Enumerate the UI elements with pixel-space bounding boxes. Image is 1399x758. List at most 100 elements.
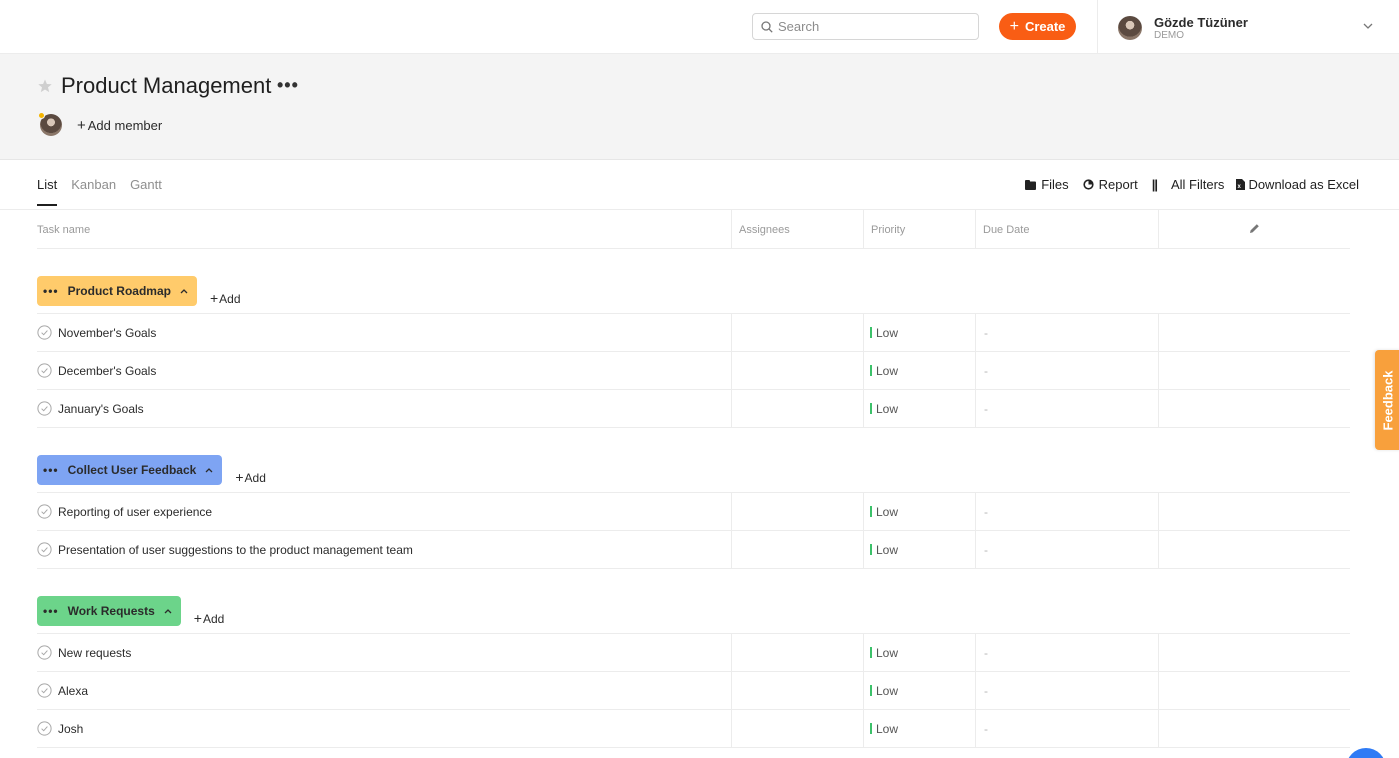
task-name-cell: December's Goals — [37, 352, 731, 389]
task-name-cell: Presentation of user suggestions to the … — [37, 531, 731, 568]
assignees-cell[interactable] — [731, 390, 863, 427]
due-date-cell[interactable]: - — [975, 493, 1158, 530]
priority-cell[interactable]: Low — [863, 493, 975, 530]
pencil-icon — [1250, 224, 1259, 233]
task-name[interactable]: Reporting of user experience — [58, 505, 212, 519]
group-pill[interactable]: ••• Work Requests — [37, 596, 181, 626]
table-row[interactable]: New requests Low - — [37, 634, 1350, 672]
chevron-up-icon[interactable] — [164, 608, 172, 614]
assignees-cell[interactable] — [731, 672, 863, 709]
priority-cell[interactable]: Low — [863, 531, 975, 568]
check-circle-icon[interactable] — [37, 401, 52, 416]
search-box[interactable] — [752, 13, 979, 40]
download-excel-button[interactable]: x Download as Excel — [1236, 177, 1359, 192]
tab-gantt[interactable]: Gantt — [130, 177, 162, 206]
chevron-down-icon[interactable] — [1362, 20, 1374, 32]
group-menu-icon[interactable]: ••• — [43, 604, 59, 618]
table-row[interactable]: November's Goals Low - — [37, 314, 1350, 352]
task-name[interactable]: November's Goals — [58, 326, 156, 340]
priority-label: Low — [876, 325, 899, 340]
due-date-cell[interactable]: - — [975, 390, 1158, 427]
priority-indicator — [870, 403, 872, 414]
excel-file-icon: x — [1236, 179, 1246, 190]
check-circle-icon[interactable] — [37, 325, 52, 340]
edit-columns-button[interactable] — [1158, 210, 1350, 248]
column-task-name[interactable]: Task name — [37, 210, 731, 248]
group-add-button[interactable]: +Add — [194, 610, 225, 626]
assignees-cell[interactable] — [731, 314, 863, 351]
more-options-button[interactable]: ••• — [277, 75, 299, 96]
priority-cell[interactable]: Low — [863, 352, 975, 389]
task-name[interactable]: New requests — [58, 646, 131, 660]
search-icon — [761, 20, 773, 33]
group-menu-icon[interactable]: ••• — [43, 463, 59, 477]
task-name-cell: November's Goals — [37, 314, 731, 351]
check-circle-icon[interactable] — [37, 504, 52, 519]
assignees-cell[interactable] — [731, 352, 863, 389]
member-avatar[interactable] — [38, 112, 62, 136]
group-name: Product Roadmap — [67, 284, 171, 298]
search-input[interactable] — [778, 19, 968, 34]
due-date-cell[interactable]: - — [975, 352, 1158, 389]
column-due-date[interactable]: Due Date — [975, 210, 1158, 248]
check-circle-icon[interactable] — [37, 721, 52, 736]
user-menu[interactable]: Gözde Tüzüner DEMO — [1118, 13, 1248, 43]
assignees-cell[interactable] — [731, 634, 863, 671]
check-circle-icon[interactable] — [37, 542, 52, 557]
table-row[interactable]: December's Goals Low - — [37, 352, 1350, 390]
priority-cell[interactable]: Low — [863, 314, 975, 351]
chevron-up-icon[interactable] — [205, 467, 213, 473]
create-button[interactable]: + Create — [999, 13, 1076, 40]
check-circle-icon[interactable] — [37, 683, 52, 698]
due-date-cell[interactable]: - — [975, 710, 1158, 747]
due-date-cell[interactable]: - — [975, 634, 1158, 671]
tab-kanban[interactable]: Kanban — [71, 177, 116, 206]
group-pill[interactable]: ••• Collect User Feedback — [37, 455, 223, 485]
files-label: Files — [1041, 177, 1069, 192]
extra-cell — [1158, 352, 1350, 389]
due-date-cell[interactable]: - — [975, 314, 1158, 351]
group-add-button[interactable]: +Add — [235, 469, 266, 485]
report-button[interactable]: Report — [1083, 177, 1138, 192]
chevron-up-icon[interactable] — [180, 288, 188, 294]
due-date-cell[interactable]: - — [975, 531, 1158, 568]
feedback-button[interactable]: Feedback — [1375, 350, 1399, 450]
table-row[interactable]: Presentation of user suggestions to the … — [37, 531, 1350, 569]
task-name[interactable]: January's Goals — [58, 402, 144, 416]
assignees-cell[interactable] — [731, 493, 863, 530]
files-button[interactable]: Files — [1025, 177, 1069, 192]
table-row[interactable]: Alexa Low - — [37, 672, 1350, 710]
column-assignees[interactable]: Assignees — [731, 210, 863, 248]
priority-cell[interactable]: Low — [863, 390, 975, 427]
table-row[interactable]: January's Goals Low - — [37, 390, 1350, 428]
star-icon[interactable] — [37, 78, 53, 94]
task-name[interactable]: Josh — [58, 722, 83, 736]
all-filters-button[interactable]: All Filters — [1171, 177, 1224, 192]
add-member-button[interactable]: + Add member — [77, 117, 162, 134]
due-date-cell[interactable]: - — [975, 672, 1158, 709]
group-add-button[interactable]: +Add — [210, 290, 241, 306]
assignees-cell[interactable] — [731, 531, 863, 568]
tab-list[interactable]: List — [37, 177, 58, 206]
table-row[interactable]: Josh Low - — [37, 710, 1350, 748]
column-priority[interactable]: Priority — [863, 210, 975, 248]
task-name[interactable]: Presentation of user suggestions to the … — [58, 543, 413, 557]
user-avatar — [1118, 16, 1142, 40]
check-circle-icon[interactable] — [37, 363, 52, 378]
assignees-cell[interactable] — [731, 710, 863, 747]
due-date-value: - — [984, 721, 988, 736]
priority-indicator — [870, 506, 872, 517]
task-name[interactable]: Alexa — [58, 684, 88, 698]
due-date-value: - — [984, 325, 988, 340]
group-pill[interactable]: ••• Product Roadmap — [37, 276, 197, 306]
priority-cell[interactable]: Low — [863, 710, 975, 747]
group-menu-icon[interactable]: ••• — [43, 284, 59, 298]
priority-cell[interactable]: Low — [863, 672, 975, 709]
check-circle-icon[interactable] — [37, 645, 52, 660]
chat-widget[interactable] — [1346, 748, 1386, 758]
priority-cell[interactable]: Low — [863, 634, 975, 671]
task-name[interactable]: December's Goals — [58, 364, 156, 378]
table-row[interactable]: Reporting of user experience Low - — [37, 493, 1350, 531]
task-groups: ••• Product Roadmap +Add November's Goals Lo… — [37, 249, 1350, 748]
priority-indicator — [870, 647, 872, 658]
